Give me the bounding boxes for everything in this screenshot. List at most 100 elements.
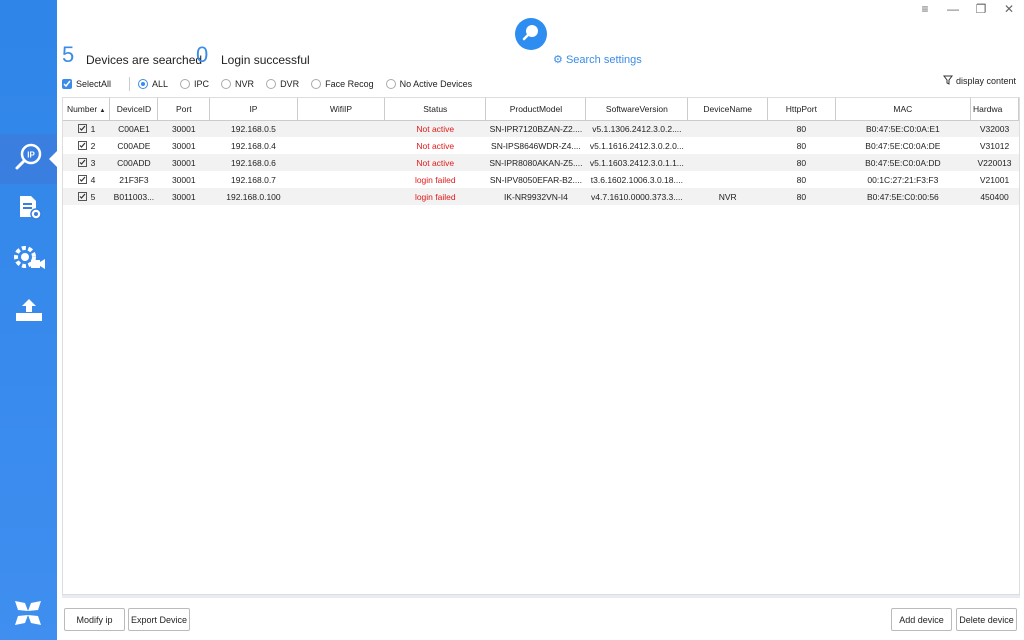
- filter-ipc-radio[interactable]: IPC: [180, 79, 209, 89]
- gear-icon: ⚙: [553, 54, 563, 66]
- app-logo: [12, 598, 44, 628]
- column-header-hardware[interactable]: Hardwa: [970, 98, 1019, 121]
- cell-device-id: C00ADE: [117, 140, 151, 151]
- divider: [129, 77, 131, 91]
- row-checkbox[interactable]: [77, 175, 87, 184]
- cell-http-port: 80: [796, 140, 807, 151]
- sidebar-item-ip-search[interactable]: IP: [0, 134, 57, 184]
- cell-device-id: 21F3F3: [119, 174, 149, 185]
- cell-device-name: NVR: [687, 188, 768, 205]
- device-table: Number ▲ DeviceID Port IP WifiIP Status …: [62, 97, 1020, 595]
- filter-bar: SelectAll ALL IPC NVR DVR Face Recog No …: [62, 75, 1020, 93]
- export-device-button[interactable]: Export Device: [128, 608, 190, 631]
- filter-dvr-label: DVR: [280, 79, 300, 89]
- cell-mac: B0:47:5E:C0:0A:E1: [835, 120, 971, 137]
- filter-no-active-radio[interactable]: No Active Devices: [385, 79, 473, 89]
- sidebar-item-upgrade[interactable]: [0, 287, 57, 337]
- cell-mac: B0:47:5E:C0:0A:DE: [865, 140, 941, 151]
- cell-device-id: B011003...: [109, 188, 158, 205]
- searched-count: 5: [62, 42, 75, 67]
- select-all-checkbox[interactable]: SelectAll: [62, 79, 111, 89]
- cell-software-version: v5.1.1306.2412.3.0.2....: [585, 120, 688, 137]
- filter-all-label: ALL: [152, 79, 169, 89]
- window-controls: ≡ — ❐ ✕: [918, 2, 1016, 16]
- cell-ip: 192.168.0.6: [209, 154, 298, 171]
- radio-icon: [385, 79, 396, 89]
- column-header-software-version[interactable]: SoftwareVersion: [585, 98, 689, 121]
- column-header-device-name[interactable]: DeviceName: [687, 98, 769, 121]
- row-checkbox[interactable]: [77, 124, 87, 134]
- cell-wifi-ip: [297, 171, 384, 188]
- restore-icon[interactable]: ❐: [974, 2, 988, 16]
- cell-mac: B0:47:5E:C0:0A:DD: [835, 154, 971, 171]
- horizontal-scrollbar[interactable]: [62, 595, 1020, 598]
- filter-dvr-radio[interactable]: DVR: [266, 79, 299, 89]
- row-checkbox[interactable]: [77, 141, 87, 150]
- cell-hardware: V32003: [970, 120, 1019, 137]
- search-icon: [521, 22, 541, 47]
- row-checkbox[interactable]: [77, 192, 87, 201]
- document-settings-icon: [15, 193, 43, 226]
- filter-no-active-label: No Active Devices: [399, 79, 473, 89]
- cell-device-name: [688, 171, 768, 188]
- radio-icon: [221, 79, 232, 89]
- cell-http-port: 80: [796, 174, 807, 185]
- cell-status: Not active: [416, 140, 455, 151]
- table-row[interactable]: 3 C00ADD 30001 192.168.0.6 Not active SN…: [63, 154, 1019, 171]
- cell-wifi-ip: [297, 120, 385, 137]
- column-header-number[interactable]: Number ▲: [63, 98, 111, 121]
- table-row[interactable]: 2 C00ADE 30001 192.168.0.4 Not active SN…: [63, 137, 1019, 154]
- column-header-wifi-ip[interactable]: WifiIP: [297, 98, 386, 121]
- filter-nvr-radio[interactable]: NVR: [221, 79, 254, 89]
- filter-nvr-label: NVR: [235, 79, 255, 89]
- minimize-icon[interactable]: —: [946, 2, 960, 16]
- login-count: 0: [196, 42, 209, 67]
- column-header-port[interactable]: Port: [157, 98, 211, 121]
- table-row[interactable]: 4 21F3F3 30001 192.168.0.7 login failed …: [63, 171, 1019, 188]
- sidebar: IP: [0, 0, 57, 640]
- search-settings-link[interactable]: ⚙ Search settings: [553, 53, 642, 66]
- column-header-http-port[interactable]: HttpPort: [767, 98, 836, 121]
- display-content-button[interactable]: display content: [942, 75, 1016, 87]
- filter-face-recog-label: Face Recog: [325, 79, 374, 89]
- cell-product-model: SN-IPS8646WDR-Z4....: [491, 140, 581, 151]
- filter-face-recog-radio[interactable]: Face Recog: [311, 79, 374, 89]
- radio-icon: [180, 79, 191, 89]
- cell-wifi-ip: [297, 137, 384, 154]
- cell-status: Not active: [384, 154, 486, 171]
- column-header-label: Number: [66, 103, 98, 114]
- modify-ip-button[interactable]: Modify ip: [64, 608, 125, 631]
- row-number: 3: [90, 157, 96, 168]
- add-device-button[interactable]: Add device: [891, 608, 952, 631]
- cell-hardware: 450400: [970, 188, 1019, 205]
- filter-all-radio[interactable]: ALL: [138, 79, 168, 89]
- delete-device-button[interactable]: Delete device: [956, 608, 1017, 631]
- cell-status: login failed: [384, 188, 486, 205]
- row-number: 2: [90, 140, 96, 151]
- searched-label: Devices are searched: [86, 53, 203, 67]
- table-row[interactable]: 1 C00AE1 30001 192.168.0.5 Not active SN…: [63, 120, 1019, 137]
- cell-product-model: SN-IPR8080AKAN-Z5....: [485, 154, 586, 171]
- cell-product-model: IK-NR9932VN-I4: [485, 188, 586, 205]
- cell-port: 30001: [171, 174, 196, 185]
- column-header-mac[interactable]: MAC: [835, 98, 972, 121]
- cell-wifi-ip: [297, 154, 385, 171]
- column-header-product-model[interactable]: ProductModel: [485, 98, 587, 121]
- close-icon[interactable]: ✕: [1002, 2, 1016, 16]
- table-row[interactable]: 5 B011003... 30001 192.168.0.100 login f…: [63, 188, 1019, 205]
- sidebar-item-device-settings[interactable]: [0, 235, 57, 285]
- column-header-ip[interactable]: IP: [209, 98, 298, 121]
- cell-port: 30001: [157, 120, 210, 137]
- column-header-device-id[interactable]: DeviceID: [109, 98, 159, 121]
- login-label: Login successful: [221, 53, 310, 67]
- cell-hardware: V31012: [979, 140, 1010, 151]
- menu-icon[interactable]: ≡: [918, 2, 932, 16]
- row-number: 4: [90, 174, 96, 185]
- row-checkbox[interactable]: [77, 158, 87, 167]
- sidebar-item-config[interactable]: [0, 184, 57, 234]
- cell-mac: 00:1C:27:21:F3:F3: [867, 174, 939, 185]
- cell-device-id: C00AE1: [109, 120, 158, 137]
- row-number: 5: [90, 191, 96, 202]
- search-button[interactable]: [515, 18, 547, 50]
- column-header-status[interactable]: Status: [384, 98, 487, 121]
